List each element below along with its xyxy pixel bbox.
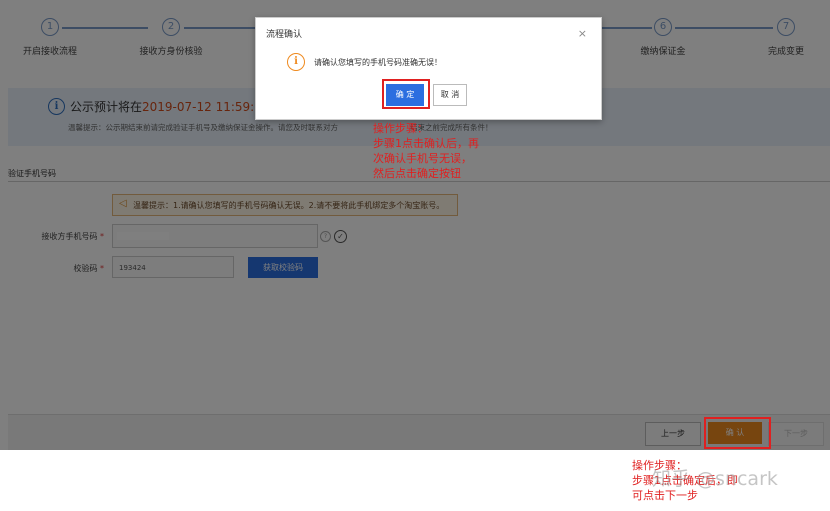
annotation-top-line: 操作步骤： xyxy=(373,122,428,135)
warning-icon: i xyxy=(287,53,305,71)
highlight-ok-button xyxy=(382,79,430,109)
annotation-top: 操作步骤： 步骤1点击确认后，再 次确认手机号无误， 然后点击确定按钮 xyxy=(373,121,479,181)
highlight-confirm-button xyxy=(704,417,771,449)
app-page: 1 开启接收流程 2 接收方身份核验 6 缴纳保证金 7 完成变更 i 公示预计… xyxy=(0,0,830,450)
watermark: 知乎 @sncark xyxy=(652,468,778,490)
close-icon[interactable]: × xyxy=(578,27,587,40)
annotation-top-line: 次确认手机号无误， xyxy=(373,152,472,165)
dialog-title: 流程确认 xyxy=(266,30,303,40)
annotation-top-line: 步骤1点击确认后，再 xyxy=(373,137,479,150)
dialog-cancel-button[interactable]: 取 消 xyxy=(433,84,467,106)
annotation-top-line: 然后点击确定按钮 xyxy=(373,167,461,180)
dialog-message: 请确认您填写的手机号码准确无误！ xyxy=(314,58,442,67)
